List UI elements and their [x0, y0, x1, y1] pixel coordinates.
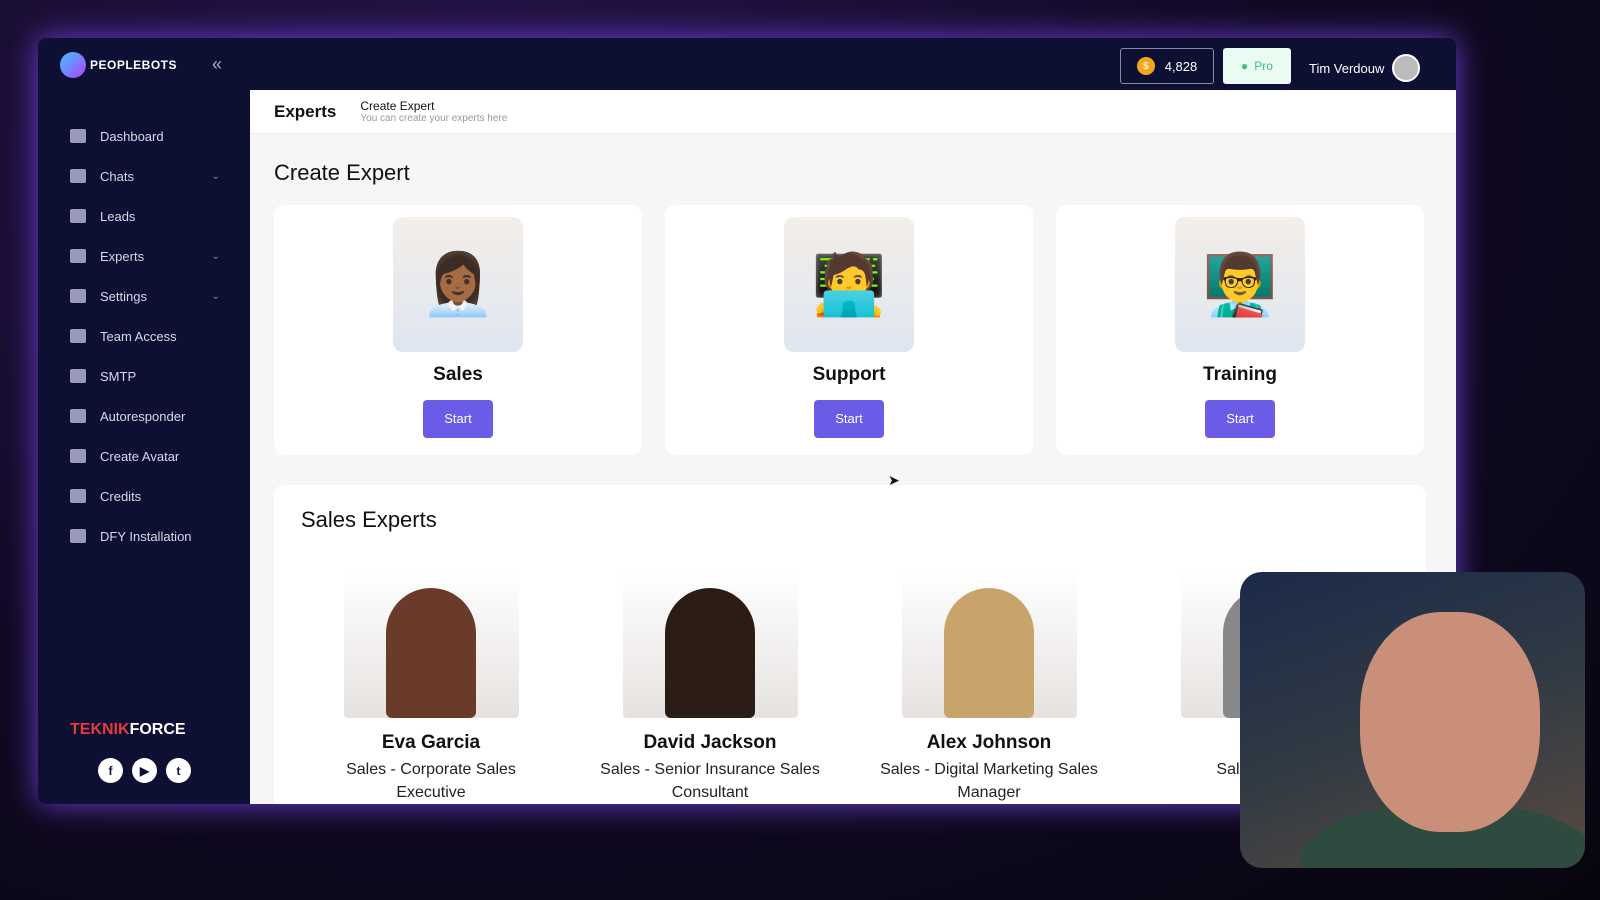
mail-icon	[70, 369, 86, 383]
expert-name: Eva Garcia	[381, 732, 481, 753]
section-heading: Sales Experts	[301, 507, 437, 532]
app-name: PEOPLEBOTS	[90, 58, 178, 72]
expert-type-card-support: 🧑‍💻 Support Start	[665, 205, 1033, 455]
sidebar-item-label: Autoresponder	[100, 408, 186, 424]
expert-photo	[901, 570, 1077, 718]
sidebar-item-label: Experts	[100, 248, 145, 264]
wallet-icon	[70, 489, 86, 503]
webcam-overlay	[1240, 572, 1585, 868]
sidebar-nav: Dashboard Chats ⌄ Leads Experts ⌄ Settings ⌄ Tea…	[70, 116, 220, 556]
card-title: Support	[812, 364, 886, 385]
page-subtitle: You can create your experts here	[360, 113, 508, 124]
expert-photo	[343, 570, 519, 718]
sidebar-item-credits[interactable]: Credits	[70, 476, 220, 516]
credits-button[interactable]: $4,828	[1120, 48, 1214, 84]
sidebar-item-autoresponder[interactable]: Autoresponder	[70, 396, 220, 436]
sidebar-item-label: Team Access	[100, 328, 177, 344]
start-button[interactable]: Start	[423, 400, 493, 438]
expert-type-card-training: 👨‍🏫 Training Start	[1056, 205, 1424, 455]
social-links: f ▶ t	[98, 758, 191, 783]
expert-name: David Jackson	[643, 732, 777, 753]
gear-icon	[70, 289, 86, 303]
start-button[interactable]: Start	[1205, 400, 1275, 438]
sidebar: PEOPLEBOTS « Dashboard Chats ⌄ Leads Experts…	[38, 38, 250, 804]
sidebar-item-experts[interactable]: Experts ⌄	[70, 236, 220, 276]
youtube-icon[interactable]: ▶	[132, 758, 157, 783]
expert-role: Sales - Digital Marketing Sales Manager	[880, 761, 1098, 801]
expert-photo	[622, 570, 798, 718]
teknikforce-logo: TEKNIKFORCE	[70, 721, 186, 738]
rocket-icon	[70, 409, 86, 423]
training-illustration: 👨‍🏫	[1175, 217, 1305, 352]
chevron-down-icon: ⌄	[211, 250, 220, 262]
expert-icon	[70, 249, 86, 263]
mouse-cursor-icon: ➤	[888, 472, 900, 488]
sidebar-item-label: Credits	[100, 488, 142, 504]
logo[interactable]: PEOPLEBOTS	[60, 52, 177, 78]
expert-name: Alex Johnson	[926, 732, 1052, 753]
coin-icon: $	[1136, 57, 1155, 75]
sales-illustration: 👩🏾‍💼	[393, 217, 523, 352]
sidebar-item-smtp[interactable]: SMTP	[70, 356, 220, 396]
peoplebots-icon: ●	[1241, 59, 1249, 73]
twitter-icon[interactable]: t	[166, 758, 191, 783]
expert-role: Sales - Senior Insurance Sales Consultan…	[600, 761, 820, 801]
create-expert-heading: Create Expert	[274, 160, 410, 185]
sidebar-item-team-access[interactable]: Team Access	[70, 316, 220, 356]
section-title: Experts	[274, 101, 337, 121]
sidebar-item-label: Chats	[100, 168, 134, 184]
sidebar-item-label: Settings	[100, 288, 147, 304]
user-menu[interactable]: Tim Verdouw	[1309, 54, 1421, 82]
expert-card[interactable]: David Jackson Sales - Senior Insurance Sa…	[595, 570, 825, 804]
sidebar-item-label: Dashboard	[100, 128, 164, 144]
sidebar-item-dfy-installation[interactable]: DFY Installation	[70, 516, 220, 556]
expert-card[interactable]: Eva Garcia Sales - Corporate Sales Execut…	[316, 570, 546, 804]
expert-type-card-sales: 👩🏾‍💼 Sales Start	[274, 205, 642, 455]
topbar: $4,828 ● Pro Tim Verdouw	[250, 38, 1456, 90]
card-title: Training	[1203, 364, 1277, 385]
page-title: Create Expert	[360, 99, 435, 113]
sidebar-item-label: SMTP	[100, 368, 137, 384]
user-name: Tim Verdouw	[1309, 60, 1385, 76]
sidebar-item-settings[interactable]: Settings ⌄	[70, 276, 220, 316]
expert-card[interactable]: Alex Johnson Sales - Digital Marketing Sa…	[874, 570, 1104, 804]
sidebar-item-leads[interactable]: Leads	[70, 196, 220, 236]
sidebar-item-label: Leads	[100, 208, 136, 224]
sidebar-item-create-avatar[interactable]: Create Avatar	[70, 436, 220, 476]
sidebar-item-dashboard[interactable]: Dashboard	[70, 116, 220, 156]
card-title: Sales	[433, 364, 483, 385]
sidebar-item-chats[interactable]: Chats ⌄	[70, 156, 220, 196]
grid-icon	[70, 129, 86, 143]
facebook-icon[interactable]: f	[98, 758, 123, 783]
sidebar-item-label: DFY Installation	[100, 528, 192, 544]
avatar	[1392, 54, 1421, 82]
sidebar-item-label: Create Avatar	[100, 448, 180, 464]
chat-icon	[70, 169, 86, 183]
pro-plan-badge[interactable]: ● Pro	[1223, 48, 1291, 84]
peoplebots-logo-icon	[60, 52, 86, 78]
robot-icon	[70, 449, 86, 463]
shield-icon	[70, 529, 86, 543]
expert-role: Sales - Corporate Sales Executive	[346, 761, 516, 801]
collapse-sidebar-icon[interactable]: «	[212, 54, 222, 75]
support-illustration: 🧑‍💻	[784, 217, 914, 352]
chevron-down-icon: ⌄	[211, 170, 220, 182]
breadcrumb: Experts Create Expert You can create your…	[250, 90, 1456, 134]
start-button[interactable]: Start	[814, 400, 884, 438]
chart-icon	[70, 209, 86, 223]
team-icon	[70, 329, 86, 343]
chevron-down-icon: ⌄	[211, 290, 220, 302]
